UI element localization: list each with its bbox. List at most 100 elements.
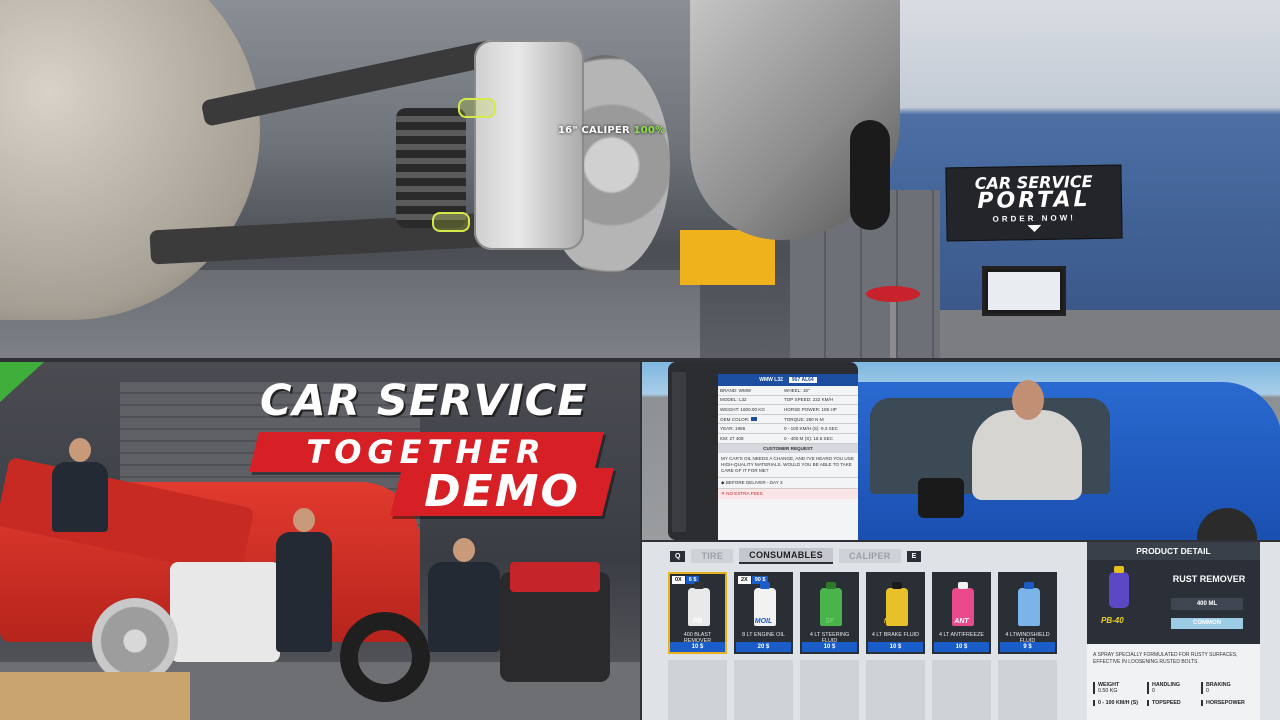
stat-value: 0 (1152, 688, 1155, 694)
product-card[interactable]: OPAX 4 LTWINDSHIELD FLUID 9 $ (998, 572, 1057, 654)
product-card[interactable]: MONIC 4 LT BRAKE FLUID 10 $ (866, 572, 925, 654)
mechanic-2 (276, 508, 332, 652)
poster-line2: PORTAL (977, 187, 1091, 214)
logo-line3: DEMO (424, 466, 580, 517)
product-card-name: 4 LT BRAKE FLUID (871, 632, 920, 638)
order-condition: ◆ BEFORE DELIVER - DAY 3 (718, 476, 858, 488)
spec-cell: HORSE POWER: 185 HP (781, 404, 858, 415)
product-rarity: COMMON (1171, 618, 1243, 629)
caliper-bolt-upper[interactable] (458, 98, 496, 118)
product-detail-panel: PRODUCT DETAIL PB-40 RUST REMOVER 400 ML… (1087, 542, 1260, 720)
stat-value: 0 (1206, 688, 1209, 694)
product-name: RUST REMOVER (1172, 574, 1246, 584)
stat-acceleration: 0 - 100 KM/H (S) (1093, 700, 1147, 706)
spec-cell: WEIGHT: 1600.00 KG (718, 404, 782, 415)
empty-slot (998, 660, 1057, 720)
spec-cell: MODEL: L32 (718, 395, 782, 406)
tablet-side (672, 372, 686, 532)
tab-caliper[interactable]: CALIPER (838, 549, 901, 563)
order-car-name: WMW L32 (759, 377, 783, 383)
caliper-tooltip: 16" CALIPER 100% (558, 125, 665, 136)
order-condition-text: NO EXTRA FEES (726, 490, 763, 496)
product-card[interactable]: ANT 4 LT ANTIFREEZE 10 $ (932, 572, 991, 654)
spec-cell: TORQUE: 280 N·M (781, 414, 858, 425)
product-brand: PB (692, 618, 703, 625)
product-price: 10 $ (934, 642, 989, 652)
computer-monitor[interactable] (982, 266, 1066, 316)
stat-braking: BRAKING 0 (1201, 682, 1255, 694)
table-row: MODEL: L32 TOP SPEED: 222 KM/H (718, 395, 858, 406)
table-row: YEAR: 1986 0 - 100 KM/H (S): 9.3 SEC (718, 423, 858, 434)
down-arrow-icon (1027, 224, 1042, 233)
stat-value: 0.50 KG (1098, 688, 1118, 694)
poster-line3: ORDER NOW! (992, 213, 1076, 224)
empty-slot (932, 660, 991, 720)
oil-drain-stand[interactable] (866, 286, 920, 302)
mechanic-3 (428, 538, 500, 652)
product-price: 20 $ (736, 642, 791, 652)
coil-spring[interactable] (396, 108, 466, 228)
spec-cell: TOP SPEED: 222 KM/H (781, 395, 858, 406)
product-qty: 0X (672, 576, 685, 584)
product-brand: ANT (954, 618, 969, 625)
empty-slots (668, 660, 1057, 720)
prev-tab-key[interactable]: Q (670, 550, 686, 562)
stat-label: HORSEPOWER (1206, 700, 1245, 706)
stat-label: 0 - 100 KM/H (S) (1098, 700, 1139, 706)
order-tablet: WMW L32 907 AL64 BRAND: WMW WHEEL: 18" MO… (668, 362, 858, 540)
stat-weight: WEIGHT 0.50 KG (1093, 682, 1147, 694)
product-card-name: 4 LT ANTIFREEZE (938, 632, 985, 638)
empty-slot (668, 660, 727, 720)
spec-cell: OEM COLOR: (718, 414, 782, 425)
key-art-panel: CAR SERVICE TOGETHER DEMO (0, 362, 640, 720)
product-price: 10 $ (670, 642, 725, 652)
desk (940, 310, 1280, 358)
product-grid: 0X 6 $ PB 400 BLAST REMOVER 10 $2X 90 $ MOIL 8 … (668, 572, 1057, 654)
brake-caliper[interactable] (474, 40, 584, 250)
car-door-white (170, 562, 280, 662)
car-lift (680, 230, 775, 285)
caliper-condition: 100% (633, 125, 666, 136)
product-card[interactable]: 0X 6 $ PB 400 BLAST REMOVER 10 $ (668, 572, 727, 654)
customer-driver[interactable] (972, 380, 1082, 500)
oil-drain-pole (890, 300, 896, 358)
car-specs-table: BRAND: WMW WHEEL: 18" MODEL: L32 TOP SPEED… (718, 386, 858, 444)
caliper-bolt-lower[interactable] (432, 212, 470, 232)
empty-slot (800, 660, 859, 720)
next-tab-key[interactable]: E (906, 550, 922, 562)
product-brand: SF (825, 618, 834, 625)
oem-color-swatch (750, 417, 757, 422)
product-stats: WEIGHT 0.50 KG HANDLING 0 BRAKING 0 0 - 100… (1093, 682, 1255, 706)
car-service-portal-poster: CAR SERVICE PORTAL ORDER NOW! (945, 164, 1123, 242)
spec-cell: YEAR: 1986 (718, 423, 782, 434)
table-row: KM: 27 408 0 - 400 M (S): 16.5 SEC (718, 433, 858, 444)
caliper-name: 16" CALIPER (558, 125, 630, 136)
product-brand-mark: PB-40 (1101, 616, 1124, 625)
order-condition-text: BEFORE DELIVER - DAY 3 (725, 479, 783, 485)
table-row: BRAND: WMW WHEEL: 18" (718, 386, 858, 396)
order-sheet: WMW L32 907 AL64 BRAND: WMW WHEEL: 18" MO… (718, 374, 858, 540)
tab-tire[interactable]: TIRE (691, 549, 734, 563)
product-description: A SPRAY SPECIALLY FORMULATED FOR RUSTY S… (1093, 652, 1238, 665)
logo-line1: CAR SERVICE (260, 376, 588, 426)
stat-label: TOPSPEED (1152, 700, 1181, 706)
customer-panel: WMW L32 907 AL64 BRAND: WMW WHEEL: 18" MO… (642, 362, 1280, 540)
order-header: WMW L32 907 AL64 (718, 374, 858, 386)
rust-remover-bottle-icon (1109, 566, 1129, 608)
tab-consumables[interactable]: CONSUMABLES (739, 548, 833, 564)
product-card[interactable]: 2X 90 $ MOIL 8 LT ENGINE OIL 20 $ (734, 572, 793, 654)
category-tabs: Q TIRE CONSUMABLES CALIPER E (670, 548, 922, 564)
customer-request-text: MY CAR'S OIL NEEDS A CHANGE, AND I'VE HE… (721, 455, 854, 473)
product-price: 10 $ (868, 642, 923, 652)
stat-handling: HANDLING 0 (1147, 682, 1201, 694)
product-price: 10 $ (802, 642, 857, 652)
stat-topspeed: TOPSPEED (1147, 700, 1201, 706)
tyre (850, 120, 890, 230)
cardboard-boxes (0, 672, 190, 720)
order-plate: 907 AL64 (788, 377, 817, 383)
side-mirror (918, 478, 964, 518)
spec-cell: KM: 27 408 (718, 433, 782, 444)
product-card[interactable]: SF 4 LT STEERING FLUID 10 $ (800, 572, 859, 654)
product-brand: OPAX (1017, 618, 1038, 625)
product-qty: 2X (738, 576, 751, 584)
